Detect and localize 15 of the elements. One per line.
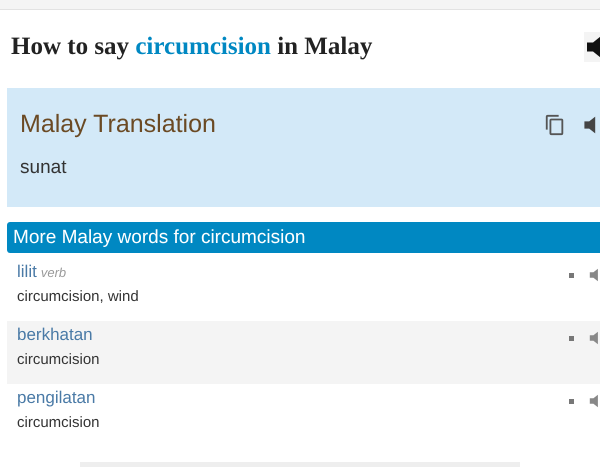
square-icon [569,273,574,278]
word-meaning: circumcision [17,414,101,431]
square-icon [569,399,574,404]
square-icon [569,336,574,341]
word-link[interactable]: berkhatan [17,325,93,344]
word-link[interactable]: lilit [17,262,37,281]
part-of-speech: verb [40,265,66,280]
word-link[interactable]: pengilatan [17,388,96,407]
word-meaning: circumcision [17,351,101,368]
word-meaning: circumcision, wind [17,288,140,305]
copy-icon[interactable] [544,114,566,136]
panel-title: Malay Translation [20,110,217,139]
translation-text: sunat [20,157,66,179]
section-header: More Malay words for circumcision [7,222,600,253]
page-title: How to say circumcision in Malay [11,33,374,61]
